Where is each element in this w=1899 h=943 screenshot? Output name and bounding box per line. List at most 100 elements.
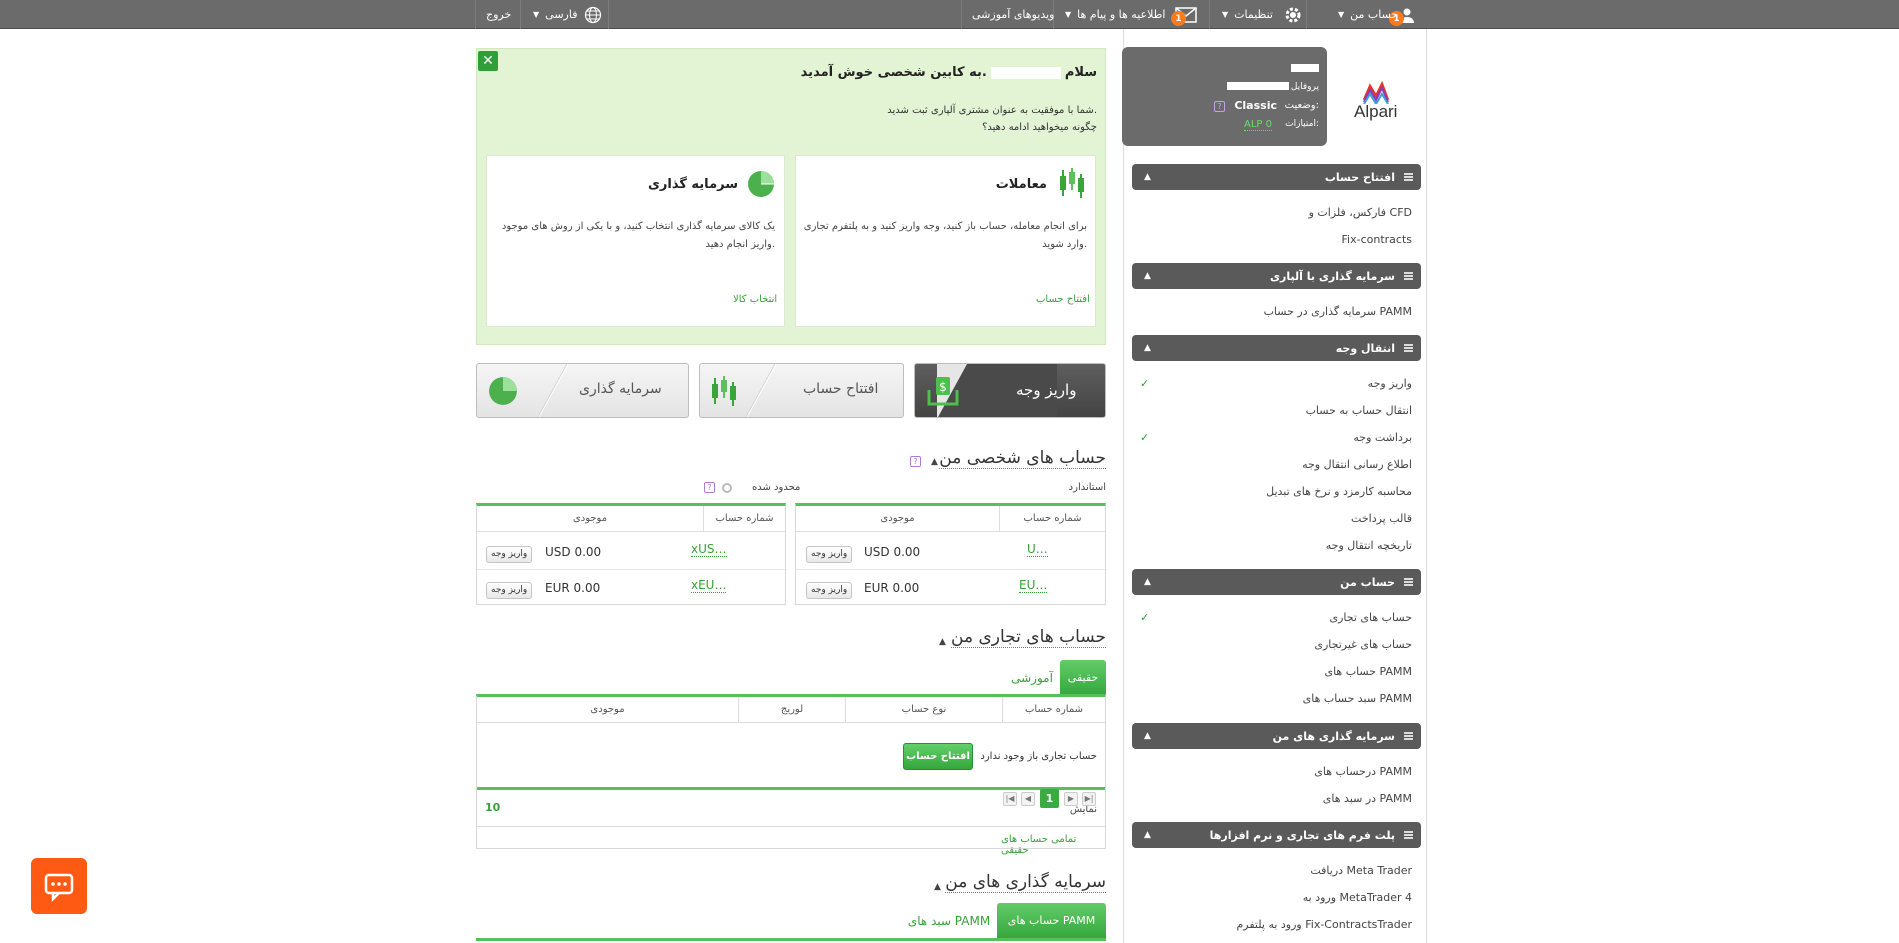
language-select[interactable]: ▼ فارسی: [533, 0, 577, 29]
investment-title: سرمایه گذاری: [647, 177, 738, 192]
alpari-logo[interactable]: Alpari: [1350, 78, 1402, 126]
tab-pamm-accounts[interactable]: حساب های PAMM: [997, 903, 1106, 939]
profile-label[interactable]: پروفایل: [1291, 82, 1319, 92]
collapse-icon[interactable]: ▲: [931, 457, 938, 467]
sidebar-item[interactable]: اطلاع رسانی انتقال وجه: [1132, 454, 1412, 476]
sidebar-section-header[interactable]: ▲ انتقال وجه: [1132, 335, 1421, 361]
chat-icon: [44, 873, 74, 903]
pager-first[interactable]: |◀: [1003, 792, 1017, 806]
candles-icon: [1057, 168, 1087, 201]
tab-demo[interactable]: آموزشی: [1008, 660, 1056, 696]
sidebar-section-title: افتتاح حساب: [1324, 170, 1395, 184]
sidebar-item[interactable]: در سبد های PAMM: [1132, 788, 1412, 810]
trading-card: معاملات برای انجام معامله، حساب باز کنید…: [795, 155, 1096, 327]
sidebar-section-header[interactable]: ▲ افتتاح حساب: [1132, 164, 1421, 190]
pager-next[interactable]: ▶: [1064, 792, 1078, 806]
collapse-icon[interactable]: ▲: [939, 637, 946, 647]
bigtab-open-account[interactable]: افتتاح حساب: [699, 363, 904, 418]
tab-real[interactable]: حقیقی: [1060, 660, 1106, 696]
welcome-line2: چگونه میخواهید ادامه دهید؟: [982, 122, 1097, 133]
close-icon[interactable]: ✕: [478, 51, 498, 71]
col-balance: موجودی: [477, 506, 703, 532]
sidebar-item-label: دریافت Meta Trader: [1310, 864, 1412, 877]
bigtab-deposit[interactable]: $ واریز وجه: [914, 363, 1106, 418]
sidebar-section-header[interactable]: ▲ سرمایه گذاری های من: [1132, 723, 1421, 749]
top-bar: 1 ▼ حساب من ▼ تنظیمات 1 ▼ اطلاعیه ها و پیام…: [0, 0, 1899, 29]
sidebar-item[interactable]: برداشت وجه ✓: [1132, 427, 1412, 449]
settings-menu[interactable]: ▼ تنظیمات: [1222, 0, 1273, 29]
points-value[interactable]: ALP 0: [1244, 119, 1272, 131]
account-number[interactable]: xEU…: [691, 578, 727, 593]
sidebar-item-label: حساب های غیرتجاری: [1314, 638, 1412, 651]
tab-pamm-portfolios[interactable]: سبد های PAMM: [905, 903, 993, 939]
open-account-button[interactable]: افتتاح حساب: [903, 743, 973, 770]
bigtab-deposit-label: واریز وجه: [1016, 381, 1077, 399]
trading-open-account-link[interactable]: افتتاح حساب: [1036, 294, 1090, 305]
sidebar-section-header[interactable]: ▲ حساب من: [1132, 569, 1421, 595]
balance-value: USD 0.00: [545, 545, 602, 559]
collapse-icon[interactable]: ▲: [1144, 343, 1151, 353]
account-number[interactable]: EU…: [1019, 578, 1048, 593]
messages-menu[interactable]: ▼ اطلاعیه ها و پیام ها: [1065, 0, 1165, 29]
sidebar-item-label: سبد حساب های PAMM: [1302, 692, 1412, 705]
help-icon[interactable]: ?: [704, 482, 715, 493]
videos-link[interactable]: ویدیوهای آموزشی: [972, 0, 1054, 29]
sidebar-item[interactable]: سرمایه گذاری در حساب PAMM: [1132, 301, 1412, 323]
sidebar-item[interactable]: واریز وجه ✓: [1132, 373, 1412, 395]
collapse-icon[interactable]: ▲: [1144, 830, 1151, 840]
sidebar-section-header[interactable]: ▲ پلت فرم های تجاری و نرم افزارها: [1132, 822, 1421, 848]
sidebar-item[interactable]: حساب های تجاری ✓: [1132, 607, 1412, 629]
logout-link[interactable]: خروج: [486, 0, 511, 29]
choose-product-link[interactable]: انتخاب کالا: [733, 294, 777, 305]
sidebar-item[interactable]: انتقال حساب به حساب: [1132, 400, 1412, 422]
collapse-icon[interactable]: ▲: [1144, 172, 1151, 182]
account-menu[interactable]: ▼ حساب من: [1338, 0, 1398, 29]
deposit-button[interactable]: واریز وجه: [486, 546, 533, 563]
sidebar-item[interactable]: تاریخچه انتقال وجه: [1132, 535, 1412, 557]
all-real-accounts-link[interactable]: تمامی حساب های حقیقی: [1001, 834, 1105, 856]
chat-button[interactable]: [31, 858, 87, 914]
sidebar-item[interactable]: ورود به MetaTrader 4: [1132, 887, 1412, 909]
help-icon[interactable]: ?: [1214, 101, 1225, 112]
page-size[interactable]: 10: [485, 801, 500, 814]
standard-label: استاندارد: [1068, 482, 1106, 493]
collapse-icon[interactable]: ▲: [934, 882, 941, 892]
sidebar-section-header[interactable]: ▲ سرمایه گذاری با آلپاری: [1132, 263, 1421, 289]
sidebar-item[interactable]: ورود به پلتفرم Fix-ContractsTrader: [1132, 914, 1412, 936]
collapse-icon[interactable]: ▲: [1144, 271, 1151, 281]
bigtab-invest[interactable]: سرمایه گذاری: [476, 363, 689, 418]
pager-prev[interactable]: ◀: [1021, 792, 1035, 806]
sidebar-item[interactable]: سبد حساب های PAMM: [1132, 688, 1412, 710]
logo-text: Alpari: [1354, 102, 1398, 121]
empty-message: حساب تجاری باز وجود ندارد: [980, 751, 1097, 762]
table-row: EU…: [1019, 578, 1097, 593]
pager-last[interactable]: ▶|: [1082, 792, 1096, 806]
check-icon: ✓: [1140, 611, 1150, 624]
pager-current[interactable]: 1: [1040, 789, 1059, 808]
bigtab-invest-label: سرمایه گذاری: [579, 381, 662, 397]
sidebar-item-label: تاریخچه انتقال وجه: [1325, 539, 1412, 552]
collapse-icon[interactable]: ▲: [1144, 577, 1151, 587]
sidebar-item[interactable]: حساب های PAMM: [1132, 661, 1412, 683]
help-icon[interactable]: ?: [910, 456, 921, 467]
sidebar-item[interactable]: Fix-contracts: [1132, 229, 1412, 251]
sidebar-item[interactable]: فارکس، فلزات و CFD: [1132, 202, 1412, 224]
account-number[interactable]: xUS…: [691, 542, 727, 557]
limited-label: محدود شده: [752, 482, 801, 493]
sidebar-item[interactable]: دریافت Meta Trader: [1132, 860, 1412, 882]
collapse-icon[interactable]: ▲: [1144, 731, 1151, 741]
globe-icon[interactable]: [584, 0, 602, 29]
gear-icon[interactable]: [1283, 0, 1303, 29]
sidebar-item[interactable]: محاسبه کارمزد و نرخ های تبدیل: [1132, 481, 1412, 503]
sidebar-item[interactable]: حساب های غیرتجاری: [1132, 634, 1412, 656]
messages-badge: 1: [1171, 11, 1186, 26]
deposit-button[interactable]: واریز وجه: [806, 582, 853, 599]
col-leverage: لوریج: [738, 697, 845, 723]
sidebar-item[interactable]: درحساب های PAMM: [1132, 761, 1412, 783]
sidebar-item-label: حساب های PAMM: [1324, 665, 1412, 678]
deposit-button[interactable]: واریز وجه: [486, 582, 533, 599]
col-account: شماره حساب: [1002, 697, 1105, 723]
sidebar-item[interactable]: قالب پرداخت: [1132, 508, 1412, 530]
account-number[interactable]: U…: [1027, 542, 1048, 557]
deposit-button[interactable]: واریز وجه: [806, 546, 853, 563]
